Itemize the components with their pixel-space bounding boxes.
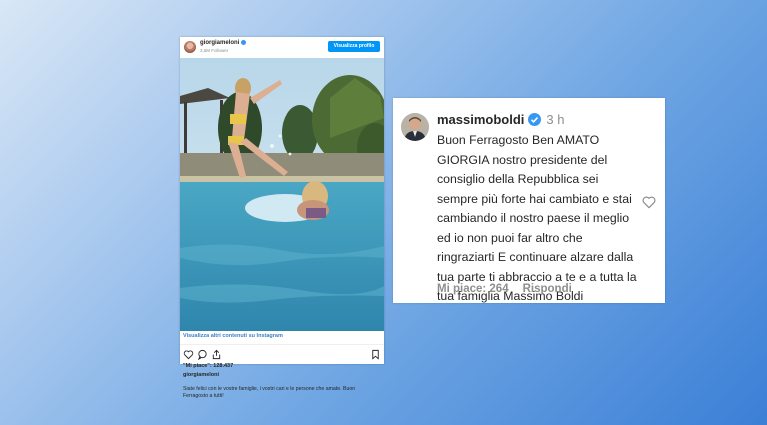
- heart-icon[interactable]: [183, 349, 194, 360]
- comment-username[interactable]: massimoboldi: [437, 112, 524, 127]
- avatar-image: [401, 113, 429, 141]
- reply-button[interactable]: Rispondi: [523, 283, 572, 295]
- comment-card: massimoboldi 3 h Buon Ferragosto Ben AMAT…: [393, 98, 665, 303]
- divider: [180, 344, 384, 345]
- view-profile-button[interactable]: Visualizza profilo: [328, 41, 380, 52]
- verified-icon: [241, 40, 247, 45]
- verified-icon: [528, 113, 542, 126]
- bookmark-icon[interactable]: [370, 349, 381, 360]
- comment-timestamp: 3 h: [546, 112, 565, 127]
- comment-header: massimoboldi 3 h: [437, 112, 565, 128]
- avatar[interactable]: [401, 113, 429, 141]
- view-more-link[interactable]: Visualizza altri contenuti su Instagram: [183, 333, 283, 340]
- post-photo[interactable]: [180, 58, 384, 331]
- post-like-count: "Mi piace": 128.437: [183, 363, 234, 369]
- post-username[interactable]: giorgiameloni: [200, 40, 239, 46]
- share-icon[interactable]: [211, 349, 222, 360]
- post-actions: [180, 349, 384, 363]
- instagram-post-embed: giorgiameloni 3,6M Follower Visualizza p…: [180, 37, 384, 399]
- avatar[interactable]: [184, 41, 196, 53]
- comment-like-count[interactable]: Mi piace: 264: [437, 283, 509, 295]
- follower-count: 3,6M Follower: [200, 48, 229, 53]
- comment-text: Buon Ferragosto Ben AMATO GIORGIA nostro…: [437, 133, 637, 303]
- post-owner-username[interactable]: giorgiameloni: [183, 372, 219, 378]
- heart-icon[interactable]: [641, 194, 657, 210]
- comment-icon[interactable]: [197, 349, 208, 360]
- post-caption: Siate felici con le vostre famiglie, i v…: [183, 386, 356, 399]
- post-username-link[interactable]: giorgiameloni: [200, 40, 247, 47]
- comment-footer: Mi piace: 264 Rispondi: [437, 283, 572, 295]
- post-header: giorgiameloni 3,6M Follower Visualizza p…: [180, 37, 384, 58]
